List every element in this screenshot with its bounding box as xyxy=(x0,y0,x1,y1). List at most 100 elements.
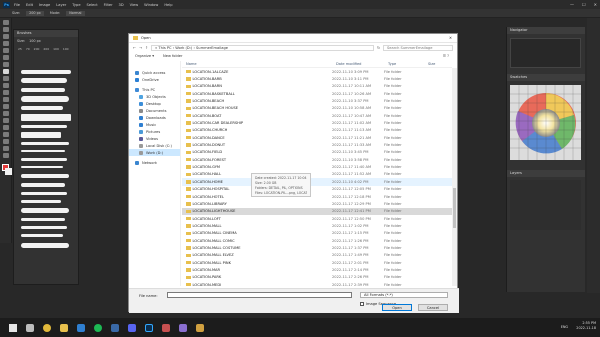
brush-preset-4[interactable]: 200 xyxy=(43,47,49,51)
brush-stroke-preview[interactable] xyxy=(21,183,65,187)
pen-tool-icon[interactable] xyxy=(3,118,9,123)
file-row[interactable]: LOCATION-CHURCH 2022-11-17 11:13 AM File f… xyxy=(182,127,452,134)
file-row[interactable]: LOCATION-HOME 2022-11-10 4:02 PM File fold… xyxy=(182,178,452,186)
nav-item[interactable]: This PC xyxy=(129,86,180,93)
file-row[interactable]: LOCATION-1ALCAZE 2022-11-10 3:09 PM File f… xyxy=(182,68,452,75)
brush-stroke-preview[interactable] xyxy=(21,158,67,161)
history-brush-icon[interactable] xyxy=(3,83,9,88)
steam-icon[interactable] xyxy=(111,323,119,332)
nav-item[interactable]: Quick access xyxy=(129,69,180,76)
breadcrumb[interactable]: « This PC › Work (D:) › SummerEmailage xyxy=(155,46,228,50)
brush-preset-1[interactable]: 25 xyxy=(18,47,22,51)
nav-item[interactable]: Music xyxy=(129,121,180,128)
brush-panel-size-value[interactable]: 100 px xyxy=(29,39,41,43)
file-row[interactable]: LOCATION-BARN 2022-11-17 10:11 AM File fol… xyxy=(182,83,452,90)
menu-type[interactable]: Type xyxy=(72,3,80,7)
brush-stroke-preview[interactable] xyxy=(21,200,61,203)
nav-item[interactable]: Downloads xyxy=(129,114,180,121)
chrome-icon[interactable] xyxy=(43,323,51,332)
discord-icon[interactable] xyxy=(128,323,136,332)
dialog-close-icon[interactable]: ✕ xyxy=(449,36,452,40)
clock[interactable]: 2:55 PM 2022-11-18 xyxy=(576,321,596,331)
brush-preset-2[interactable]: 70 xyxy=(26,47,30,51)
start-icon[interactable] xyxy=(9,323,17,332)
swatches-grid[interactable] xyxy=(510,85,581,160)
brush-preset-5[interactable]: 100 xyxy=(53,47,59,51)
search-input[interactable]: Search SummerEmailage xyxy=(383,44,453,51)
file-row[interactable]: LOCATION-BEACH 2022-11-10 3:37 PM File fol… xyxy=(182,97,452,104)
nav-item[interactable]: 3D Objects xyxy=(129,93,180,100)
brush-stroke-preview[interactable] xyxy=(21,132,61,138)
brush-stroke-preview[interactable] xyxy=(21,142,69,145)
zoom-tool-icon[interactable] xyxy=(3,153,9,158)
brush-stroke-preview[interactable] xyxy=(21,234,63,237)
eraser-tool-icon[interactable] xyxy=(3,90,9,95)
nav-item[interactable]: Local Disk (C:) xyxy=(129,142,180,149)
menu-filter[interactable]: Filter xyxy=(104,3,113,7)
photoshop-icon[interactable] xyxy=(145,323,153,332)
back-arrow-icon[interactable]: ← xyxy=(133,46,136,50)
file-row[interactable]: LOCATION-BASKETBALL 2022-11-17 10:26 AM Fi… xyxy=(182,90,452,97)
brush-stroke-preview[interactable] xyxy=(21,192,67,195)
brush-stroke-preview[interactable] xyxy=(21,96,69,102)
file-row[interactable]: LOCATION-LIBRARY 2022-11-17 12:29 PM File … xyxy=(182,200,452,207)
file-row[interactable]: LOCATION-MAR 2022-11-17 2:14 PM File folde… xyxy=(182,266,452,273)
column-date-modified[interactable]: Date modified xyxy=(336,62,388,66)
up-arrow-icon[interactable]: ↑ xyxy=(145,46,148,50)
nav-item[interactable]: OneDrive xyxy=(129,76,180,83)
hand-tool-icon[interactable] xyxy=(3,146,9,151)
brush-preset-6[interactable]: 100 xyxy=(63,47,69,51)
menu-edit[interactable]: Edit xyxy=(26,3,33,7)
app-icon[interactable] xyxy=(162,323,170,332)
search-icon[interactable] xyxy=(26,323,34,332)
file-row[interactable]: LOCATION-MALL PINK 2022-11-17 2:01 PM File… xyxy=(182,259,452,266)
file-row[interactable]: LOCATION-GYM 2022-11-17 11:40 AM File fold… xyxy=(182,163,452,170)
column-size[interactable]: Size xyxy=(428,62,448,66)
file-row[interactable]: LOCATION-DANCE 2022-11-17 11:21 AM File fo… xyxy=(182,134,452,141)
brush-stroke-preview[interactable] xyxy=(21,70,71,74)
brush-stroke-preview[interactable] xyxy=(21,114,71,121)
file-row[interactable]: LOCATION-HALL 2022-11-17 11:52 AM File fol… xyxy=(182,171,452,178)
image-sequence-checkbox[interactable] xyxy=(360,302,364,306)
brush-stroke-preview[interactable] xyxy=(21,78,67,83)
brush-stroke-preview[interactable] xyxy=(21,88,65,92)
brush-stroke-preview[interactable] xyxy=(21,125,67,128)
file-row[interactable]: LOCATION-BEACH HOUSE 2022-11-10 10:58 AM F… xyxy=(182,105,452,112)
spotify-icon[interactable] xyxy=(94,323,102,332)
brush-stroke-preview[interactable] xyxy=(21,150,65,152)
background-color-swatch[interactable] xyxy=(5,168,12,175)
brush-stroke-preview[interactable] xyxy=(21,226,67,229)
brush-stroke-preview[interactable] xyxy=(21,174,69,178)
minimize-icon[interactable]: — xyxy=(570,2,574,7)
file-row[interactable]: LOCATION-MALL 2022-11-17 1:02 PM File fold… xyxy=(182,222,452,229)
brush-size-field[interactable]: 200 px xyxy=(26,10,44,16)
file-row[interactable]: LOCATION-CAR DEALERSHIP 2022-11-17 11:02 … xyxy=(182,119,452,126)
refresh-icon[interactable]: ↻ xyxy=(377,46,380,50)
marquee-tool-icon[interactable] xyxy=(3,27,9,32)
file-row[interactable]: LOCATION-BARB 2022-11-10 3:11 PM File fold… xyxy=(182,75,452,82)
file-row[interactable]: LOCATION-MALL ELVEZ 2022-11-17 1:49 PM Fil… xyxy=(182,252,452,259)
view-options-icon[interactable]: ☰ ? xyxy=(443,54,449,58)
forward-arrow-icon[interactable]: → xyxy=(139,46,142,50)
address-bar[interactable]: « This PC › Work (D:) › SummerEmailage xyxy=(151,44,374,51)
brush-stroke-preview[interactable] xyxy=(21,218,65,221)
menu-3d[interactable]: 3D xyxy=(119,3,124,7)
maximize-icon[interactable]: ☐ xyxy=(582,2,586,7)
gradient-tool-icon[interactable] xyxy=(3,97,9,102)
layers-list[interactable] xyxy=(510,180,581,230)
heal-tool-icon[interactable] xyxy=(3,62,9,67)
path-select-icon[interactable] xyxy=(3,132,9,137)
nav-item[interactable]: Work (D:) xyxy=(129,149,180,156)
wand-tool-icon[interactable] xyxy=(3,41,9,46)
menu-image[interactable]: Image xyxy=(39,3,50,7)
language-indicator[interactable]: ENG xyxy=(561,325,568,329)
brush-stroke-preview[interactable] xyxy=(21,106,63,110)
brush-stroke-preview[interactable] xyxy=(21,243,69,248)
menu-view[interactable]: View xyxy=(130,3,139,7)
nav-item[interactable]: Desktop xyxy=(129,100,180,107)
move-tool-icon[interactable] xyxy=(3,20,9,25)
stamp-tool-icon[interactable] xyxy=(3,76,9,81)
mail-icon[interactable] xyxy=(77,323,85,332)
file-name-input[interactable] xyxy=(167,292,352,298)
menu-window[interactable]: Window xyxy=(144,3,158,7)
